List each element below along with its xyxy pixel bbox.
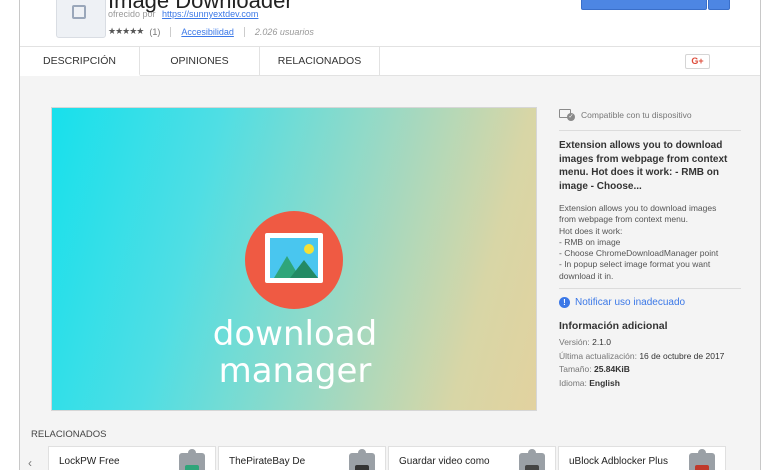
updated-label: Última actualización: (559, 350, 637, 361)
tab-overview[interactable]: DESCRIPCIÓN GENERAL (20, 47, 140, 96)
version-value: 2.1.0 (592, 337, 611, 348)
puzzle-icon (519, 449, 545, 470)
related-item[interactable]: LockPW Free (48, 446, 216, 470)
related-item[interactable]: ThePirateBay De (218, 446, 386, 470)
related-item-name: ThePirateBay De (229, 456, 306, 467)
qr-badge-icon (355, 465, 369, 470)
rating-count: (1) (149, 26, 161, 37)
size-label: Tamaño: (559, 364, 592, 375)
description-line: - RMB on image (559, 236, 621, 247)
related-item-name: uBlock Adblocker Plus (569, 456, 668, 467)
divider (559, 288, 741, 290)
offered-by-label: ofrecido por (108, 9, 156, 19)
image-icon (265, 233, 323, 283)
lock-badge-icon (185, 465, 199, 470)
related-item-name: Guardar video como (399, 456, 490, 467)
gplus-button[interactable]: G+ (685, 54, 710, 69)
compatibility-text: Compatible con tu dispositivo (581, 110, 692, 120)
image-icon-mountain (290, 260, 318, 278)
offered-by: ofrecido por https://sunnyextdev.com (108, 9, 258, 19)
add-to-chrome-button[interactable] (581, 0, 707, 10)
video-badge-icon (525, 465, 539, 470)
compatible-device-icon: ✓ (559, 108, 575, 122)
related-item[interactable]: Guardar video como (388, 446, 556, 470)
size-row: Tamaño: 25.84KiB (559, 363, 741, 377)
image-icon-sky (270, 238, 318, 278)
version-label: Versión: (559, 337, 590, 348)
promo-screenshot[interactable]: download manager (51, 107, 537, 411)
app-logo-circle (245, 211, 343, 309)
detail-tabs: DESCRIPCIÓN GENERAL OPINIONES RELACIONAD… (20, 46, 760, 96)
check-icon: ✓ (567, 113, 575, 121)
related-item-name: LockPW Free (59, 456, 120, 467)
language-value: English (589, 377, 620, 388)
description-line: - Choose ChromeDownloadManager point (559, 248, 719, 259)
additional-info-title: Información adicional (559, 320, 668, 333)
rating-stars[interactable]: ★★★★★ (108, 26, 144, 37)
related-item[interactable]: uBlock Adblocker Plus (558, 446, 726, 470)
chevron-left-icon[interactable]: ‹ (28, 456, 32, 470)
report-abuse-link[interactable]: ! Notificar uso inadecuado (559, 297, 741, 309)
developer-link[interactable]: https://sunnyextdev.com (162, 9, 258, 19)
info-icon: ! (559, 297, 570, 309)
language-label: Idioma: (559, 377, 587, 388)
updated-value: 16 de octubre de 2017 (639, 350, 725, 361)
extension-meta: ★★★★★ (1) Accesibilidad 2.026 usuarios (108, 26, 314, 37)
meta-divider (243, 26, 245, 37)
short-description: Extension allows you to download images … (559, 140, 728, 192)
description-line: from webpage from context menu. (559, 214, 688, 225)
detail-sidebar: ✓ Compatible con tu dispositivo Extensio… (559, 106, 741, 390)
long-description: Extension allows you to download images … (559, 203, 741, 282)
puzzle-icon (72, 5, 86, 19)
size-value: 25.84KiB (593, 364, 630, 375)
extension-logo (56, 0, 106, 38)
puzzle-icon (349, 449, 375, 470)
puzzle-icon (689, 449, 715, 470)
related-carousel: ‹ LockPW Free ThePirateBay De Guardar vi… (20, 446, 760, 470)
report-abuse-text: Notificar uso inadecuado (575, 297, 686, 309)
overview-panel: download manager ✓ Compatible con tu dis… (20, 76, 760, 470)
tab-reviews[interactable]: OPINIONES (140, 47, 260, 76)
shield-badge-icon (695, 465, 709, 470)
accessibility-link[interactable]: Accesibilidad (181, 27, 234, 37)
image-icon-sun (304, 244, 314, 254)
language-row: Idioma: English (559, 377, 741, 391)
extension-header: Image Downloader ofrecido por https://su… (20, 0, 760, 46)
description-line: Hot does it work: (559, 225, 623, 236)
updated-row: Última actualización: 16 de octubre de 2… (559, 350, 741, 364)
share-button[interactable] (708, 0, 730, 10)
tab-related[interactable]: RELACIONADOS (260, 47, 380, 76)
compatibility-status: ✓ Compatible con tu dispositivo (559, 106, 741, 124)
puzzle-icon (179, 449, 205, 470)
version-row: Versión: 2.1.0 (559, 336, 741, 350)
webstore-page: Image Downloader ofrecido por https://su… (19, 0, 761, 470)
description-line: - In popup select image format you want (559, 259, 711, 270)
banner-text-line1: download (212, 314, 378, 354)
divider (559, 130, 741, 131)
banner-text-line2: manager (218, 351, 372, 391)
related-title: RELACIONADOS (31, 429, 107, 440)
user-count: 2.026 usuarios (254, 26, 314, 37)
description-line: Extension allows you to download images (559, 203, 717, 213)
description-line: download it in. (559, 270, 614, 281)
meta-divider (170, 26, 172, 37)
